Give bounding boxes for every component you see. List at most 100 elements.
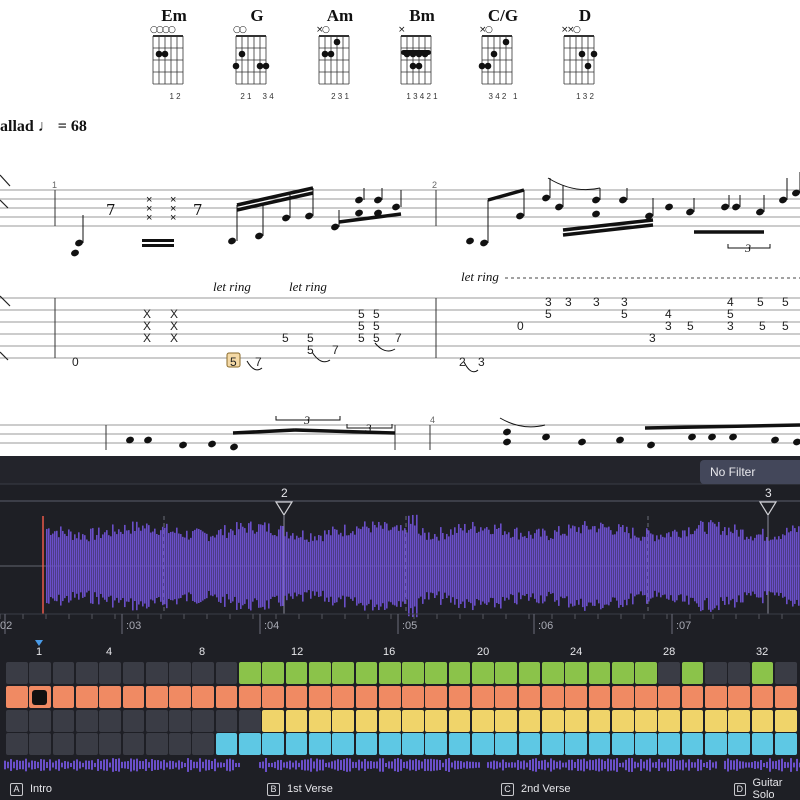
grid-cell[interactable] <box>75 662 98 684</box>
grid-cell[interactable] <box>122 686 145 708</box>
grid-cell[interactable] <box>99 662 121 684</box>
filter-dropdown[interactable]: No Filter <box>700 460 800 484</box>
grid-cell[interactable] <box>308 710 331 732</box>
grid-cell[interactable] <box>774 662 797 684</box>
grid-cell[interactable] <box>751 686 774 708</box>
grid-cell[interactable] <box>192 662 215 684</box>
grid-cell[interactable] <box>355 686 378 708</box>
grid-cell[interactable] <box>215 686 238 708</box>
grid-cell[interactable] <box>588 686 611 708</box>
grid-cell[interactable] <box>774 686 797 708</box>
grid-cell[interactable] <box>262 686 285 708</box>
section-2nd-verse[interactable]: C 2nd Verse <box>501 780 571 798</box>
grid-cell[interactable] <box>378 662 401 684</box>
grid-cell[interactable] <box>402 662 424 684</box>
grid-cell[interactable] <box>635 662 657 684</box>
grid-cell[interactable] <box>52 710 75 732</box>
grid-cell[interactable] <box>122 710 145 732</box>
grid-cell[interactable] <box>448 686 471 708</box>
grid-cell[interactable] <box>169 710 191 732</box>
grid-cell[interactable] <box>565 686 587 708</box>
grid-cell[interactable] <box>541 662 564 684</box>
grid-cell[interactable] <box>122 662 145 684</box>
grid-cell[interactable] <box>215 662 238 684</box>
grid-cell[interactable] <box>425 686 448 708</box>
section-intro[interactable]: A Intro <box>10 780 52 798</box>
grid-cell[interactable] <box>332 686 354 708</box>
grid-cell[interactable] <box>774 710 797 732</box>
grid-cell[interactable] <box>52 662 75 684</box>
grid-cell[interactable] <box>75 686 98 708</box>
grid-cell[interactable] <box>448 710 471 732</box>
grid-cell[interactable] <box>611 686 634 708</box>
grid-cell[interactable] <box>541 710 564 732</box>
grid-cell[interactable] <box>588 662 611 684</box>
grid-cell[interactable] <box>355 710 378 732</box>
grid-cell[interactable] <box>425 662 448 684</box>
grid-cell[interactable] <box>145 686 168 708</box>
grid-cell[interactable] <box>728 662 751 684</box>
grid-cell[interactable] <box>681 710 704 732</box>
grid-cell[interactable] <box>495 686 518 708</box>
grid-cell[interactable] <box>262 662 285 684</box>
grid-cell[interactable] <box>658 686 681 708</box>
grid-cell[interactable] <box>565 710 587 732</box>
audio-track-panel[interactable]: No Filter 2 3 :02 :03 :04 :05 :06 :07 <box>0 456 800 640</box>
notation-view[interactable]: ○ ○ ○ ○ ○ ○ × ○ × × ○ × × ○ 1 2 4 × × × × × × 7 7 3 3 3 X X X X X X 0 5 7 5 5 5… <box>0 0 800 456</box>
grid-cell[interactable] <box>611 662 634 684</box>
grid-cell[interactable] <box>705 710 727 732</box>
section-guitar-solo[interactable]: D Guitar Solo <box>734 777 800 800</box>
grid-cell[interactable] <box>541 686 564 708</box>
grid-cell[interactable] <box>658 662 681 684</box>
grid-cell[interactable] <box>588 710 611 732</box>
grid-cell[interactable] <box>425 710 448 732</box>
grid-cell[interactable] <box>239 662 261 684</box>
grid-cell[interactable] <box>239 686 261 708</box>
grid-cell[interactable] <box>565 662 587 684</box>
grid-cell[interactable] <box>611 710 634 732</box>
selected-bar-indicator[interactable] <box>32 690 47 705</box>
grid-cell[interactable] <box>145 710 168 732</box>
grid-cell[interactable] <box>145 662 168 684</box>
grid-cell[interactable] <box>472 662 494 684</box>
grid-cell[interactable] <box>29 662 52 684</box>
grid-cell[interactable] <box>285 662 308 684</box>
grid-cell[interactable] <box>215 710 238 732</box>
grid-cell[interactable] <box>285 710 308 732</box>
grid-cell[interactable] <box>402 710 424 732</box>
grid-cell[interactable] <box>705 686 727 708</box>
grid-cell[interactable] <box>52 686 75 708</box>
grid-cell[interactable] <box>6 662 28 684</box>
grid-cell[interactable] <box>355 662 378 684</box>
grid-cell[interactable] <box>378 686 401 708</box>
grid-cell[interactable] <box>99 686 121 708</box>
grid-cell[interactable] <box>518 686 541 708</box>
grid-cell[interactable] <box>192 710 215 732</box>
grid-cell[interactable] <box>308 686 331 708</box>
grid-cell[interactable] <box>285 686 308 708</box>
grid-cell[interactable] <box>378 710 401 732</box>
grid-cell[interactable] <box>728 686 751 708</box>
grid-cell[interactable] <box>681 686 704 708</box>
grid-cell[interactable] <box>169 662 191 684</box>
grid-cell[interactable] <box>728 710 751 732</box>
section-1st-verse[interactable]: B 1st Verse <box>267 780 333 798</box>
grid-cell[interactable] <box>239 710 261 732</box>
grid-cell[interactable] <box>518 662 541 684</box>
song-overview-grid[interactable]: 1 4 8 12 16 20 24 28 32 A Intro B 1st Ve… <box>0 640 800 800</box>
grid-cell[interactable] <box>332 710 354 732</box>
grid-cell[interactable] <box>332 662 354 684</box>
grid-cell[interactable] <box>308 662 331 684</box>
grid-cell[interactable] <box>262 710 285 732</box>
grid-cell[interactable] <box>751 662 774 684</box>
grid-cell[interactable] <box>402 686 424 708</box>
grid-cell[interactable] <box>518 710 541 732</box>
grid-cell[interactable] <box>6 686 28 708</box>
grid-cell[interactable] <box>705 662 727 684</box>
grid-cell[interactable] <box>635 710 657 732</box>
grid-cell[interactable] <box>681 662 704 684</box>
grid-cell[interactable] <box>495 662 518 684</box>
grid-cell[interactable] <box>472 710 494 732</box>
waveform-canvas[interactable] <box>0 456 800 640</box>
grid-cell[interactable] <box>448 662 471 684</box>
